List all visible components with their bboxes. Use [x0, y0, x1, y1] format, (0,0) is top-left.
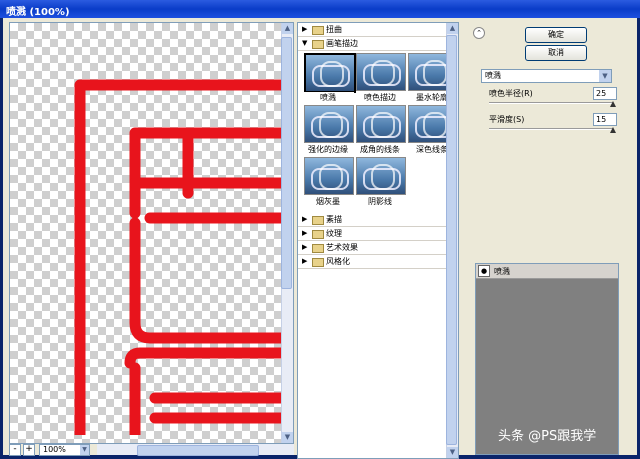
glass-shape	[319, 164, 343, 190]
zoom-in-button[interactable]: +	[23, 444, 35, 456]
window-title: 喷溅 (100%)	[6, 7, 70, 18]
folder-icon	[312, 258, 324, 267]
chevron-down-icon[interactable]: ▼	[599, 70, 611, 82]
seal-image	[74, 79, 281, 435]
gallery-category-label: 扭曲	[326, 25, 342, 34]
watermark: 头条 @PS跟我学	[498, 429, 597, 444]
eye-icon[interactable]: ●	[478, 265, 490, 277]
filter-select-value: 喷溅	[485, 71, 501, 80]
effect-layer-row[interactable]: ● 喷溅	[476, 264, 618, 279]
filter-thumbnail-label[interactable]: 强化的边缘	[302, 144, 354, 155]
scroll-up-icon[interactable]: ▲	[282, 23, 293, 34]
gallery-category-label: 艺术效果	[326, 243, 358, 252]
glass-shape	[371, 60, 395, 86]
preview-footer: - + 100% ▼	[9, 444, 294, 456]
triangle-right-icon[interactable]: ▶	[302, 257, 307, 265]
glass-shape	[423, 112, 447, 138]
filter-thumbnail[interactable]	[356, 53, 406, 91]
chevron-down-icon[interactable]: ▼	[80, 445, 89, 455]
scroll-down-icon[interactable]: ▼	[282, 432, 293, 443]
glass-shape	[371, 164, 395, 190]
filter-thumbnail[interactable]	[304, 157, 354, 195]
filter-thumbnail-label[interactable]: 喷溅	[302, 92, 354, 103]
triangle-right-icon[interactable]: ▶	[302, 25, 307, 33]
gallery-scroll-thumb[interactable]	[446, 35, 457, 445]
scroll-up-icon[interactable]: ▲	[447, 23, 458, 34]
scroll-down-icon[interactable]: ▼	[447, 447, 458, 458]
filter-thumbnail[interactable]	[356, 157, 406, 195]
gallery-category-label: 风格化	[326, 257, 350, 266]
glass-shape	[371, 112, 395, 138]
ok-button[interactable]: 确定	[525, 27, 587, 43]
triangle-right-icon[interactable]: ▶	[302, 229, 307, 237]
gallery-category[interactable]: ▶ 艺术效果	[298, 241, 447, 255]
folder-icon	[312, 26, 324, 35]
gallery-scrollbar[interactable]: ▲ ▼	[446, 23, 458, 458]
dialog-body: ▲ ▼ - + 100% ▼ ▶ 扭曲 ▼ 画笔描边 喷溅 喷色描边 墨水轮廓 强化的边缘 成角…	[3, 18, 637, 459]
folder-icon	[312, 244, 324, 253]
preview-vertical-scrollbar[interactable]: ▲ ▼	[281, 23, 293, 443]
zoom-out-button[interactable]: -	[9, 444, 21, 456]
param-slider-knob[interactable]	[610, 127, 616, 133]
gallery-category[interactable]: ▶ 素描	[298, 213, 447, 227]
param-slider-knob[interactable]	[610, 101, 616, 107]
filter-thumbnail-label[interactable]: 喷色描边	[354, 92, 406, 103]
title-bar[interactable]: 喷溅 (100%)	[0, 0, 640, 18]
filter-thumbnail-label[interactable]: 烟灰墨	[302, 196, 354, 207]
zoom-select[interactable]: 100% ▼	[39, 444, 90, 456]
filter-thumbnail-label[interactable]: 成角的线条	[354, 144, 406, 155]
filter-thumbnail[interactable]	[304, 53, 356, 93]
preview-canvas[interactable]: ▲ ▼	[9, 22, 294, 444]
filter-gallery-window: 喷溅 (100%) ▲ ▼ - + 100% ▼ ▶ 扭曲 ▼ 画笔描边 喷溅 …	[0, 0, 640, 459]
preview-horizontal-scrollbar[interactable]	[97, 444, 294, 456]
filter-select[interactable]: 喷溅 ▼	[481, 69, 612, 83]
folder-icon	[312, 216, 324, 225]
double-chevron-up-icon[interactable]: ⌃	[473, 27, 485, 39]
gallery-category[interactable]: ▼ 画笔描边	[298, 37, 447, 51]
param-label: 喷色半径(R)	[489, 89, 533, 98]
cancel-button[interactable]: 取消	[525, 45, 587, 61]
folder-icon	[312, 230, 324, 239]
filter-thumbnail[interactable]	[304, 105, 354, 143]
triangle-right-icon[interactable]: ▶	[302, 215, 307, 223]
preview-horizontal-scroll-thumb[interactable]	[137, 445, 259, 456]
filter-gallery-list: ▶ 扭曲 ▼ 画笔描边 喷溅 喷色描边 墨水轮廓 强化的边缘 成角的线条 深色线条 烟灰墨 阴影线 ▶ 素…	[297, 22, 459, 459]
folder-icon	[312, 40, 324, 49]
param-slider-track[interactable]	[489, 128, 613, 130]
gallery-category[interactable]: ▶ 纹理	[298, 227, 447, 241]
triangle-right-icon[interactable]: ▶	[302, 243, 307, 251]
glass-shape	[319, 112, 343, 138]
gallery-category[interactable]: ▶ 扭曲	[298, 23, 447, 37]
triangle-down-icon[interactable]: ▼	[302, 39, 307, 47]
gallery-category-label: 纹理	[326, 229, 342, 238]
preview-vertical-scroll-thumb[interactable]	[281, 37, 292, 289]
effect-layer-name: 喷溅	[494, 267, 510, 276]
gallery-category[interactable]: ▶ 风格化	[298, 255, 447, 269]
param-value-input[interactable]: 15	[593, 113, 617, 126]
param-label: 平滑度(S)	[489, 115, 525, 124]
glass-shape	[423, 60, 447, 86]
param-slider-track[interactable]	[489, 102, 613, 104]
filter-thumbnail-label[interactable]: 阴影线	[354, 196, 406, 207]
zoom-value: 100%	[43, 445, 66, 454]
gallery-category-label: 素描	[326, 215, 342, 224]
gallery-category-label: 画笔描边	[326, 39, 358, 48]
glass-shape	[320, 61, 344, 87]
param-value-input[interactable]: 25	[593, 87, 617, 100]
filter-thumbnail[interactable]	[356, 105, 406, 143]
